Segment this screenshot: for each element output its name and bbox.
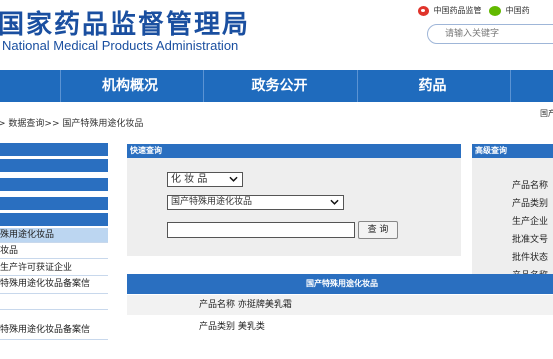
site-search-input[interactable] <box>445 27 553 41</box>
advanced-field-approval-status: 批件状态 <box>512 253 549 263</box>
wechat-icon[interactable] <box>489 5 502 16</box>
sidebar-header-bar[interactable] <box>0 213 108 227</box>
sidebar-divider <box>0 293 108 294</box>
advanced-field-product-category: 产品类别 <box>512 199 549 209</box>
sidebar-header-bar[interactable] <box>0 178 108 192</box>
sidebar-item-special-filing-2[interactable]: 特殊用途化妆品备案信 <box>0 323 108 337</box>
main-nav: 机构概况 政务公开 药品 <box>0 70 553 102</box>
nav-item-organization[interactable]: 机构概况 <box>60 70 199 102</box>
advanced-search-header: 高级查询 <box>472 144 553 158</box>
chevron-down-icon <box>229 176 238 182</box>
category-select-value: 国产特殊用途化妆品 <box>171 197 253 207</box>
social-links: 中国药品监管 中国药 <box>418 5 530 19</box>
category-select[interactable]: 国产特殊用途化妆品 <box>167 195 344 210</box>
sidebar-header-bar[interactable] <box>0 159 108 173</box>
result-product-category: 产品类别 美乳类 <box>199 322 265 332</box>
advanced-search-panel: 高级查询 产品名称 产品类别 生产企业 批准文号 批件状态 产品名称 <box>472 144 553 294</box>
nav-item-more[interactable] <box>510 70 553 102</box>
advanced-field-product-name: 产品名称 <box>512 181 549 191</box>
table-row: 产品名称 亦挺牌美乳霜 <box>127 295 553 315</box>
sidebar-divider <box>0 258 108 259</box>
nav-item-home[interactable] <box>0 70 35 102</box>
table-row: 产品类别 美乳类 <box>127 317 553 337</box>
sidebar-divider <box>0 242 108 243</box>
sidebar-divider <box>0 339 108 340</box>
sidebar-item-special-cosmetics[interactable]: 殊用途化妆品 <box>0 228 108 242</box>
weibo-icon[interactable] <box>418 5 429 16</box>
weibo-link[interactable]: 中国药品监管 <box>434 5 482 16</box>
sidebar-divider <box>0 309 108 310</box>
sidebar-header-bar[interactable] <box>0 143 108 157</box>
keyword-input[interactable] <box>167 222 355 238</box>
sidebar-divider <box>0 275 108 276</box>
sidebar-header-bar[interactable] <box>0 197 108 211</box>
advanced-field-approval-number: 批准文号 <box>512 235 549 245</box>
quick-search-title: 快速查询 <box>130 146 162 155</box>
sidebar-item-special-filing[interactable]: 特殊用途化妆品备案信 <box>0 277 108 291</box>
advanced-search-title: 高级查询 <box>475 146 507 155</box>
site-logo-title[interactable]: 国家药品监督管理局 <box>0 4 250 41</box>
sidebar-item-cosmetics[interactable]: 妆品 <box>0 244 108 258</box>
site-logo-subtitle: National Medical Products Administration <box>2 38 239 53</box>
nav-item-drugs[interactable]: 药品 <box>357 70 507 102</box>
search-button[interactable]: 查 询 <box>358 221 398 239</box>
type-select[interactable]: 化 妆 品 <box>167 172 243 187</box>
site-search-box[interactable] <box>427 24 553 44</box>
nav-item-government-affairs[interactable]: 政务公开 <box>203 70 355 102</box>
site-header: 国家药品监督管理局 National Medical Products Admi… <box>0 0 553 68</box>
advanced-field-manufacturer: 生产企业 <box>512 217 549 227</box>
sidebar-item-licensed-enterprises[interactable]: 生产许可获证企业 <box>0 261 108 275</box>
wechat-link[interactable]: 中国药 <box>506 5 530 16</box>
quick-search-header: 快速查询 <box>127 144 461 158</box>
results-header: 国产特殊用途化妆品 <box>127 274 553 294</box>
chevron-down-icon <box>330 199 339 205</box>
type-select-value: 化 妆 品 <box>171 174 208 185</box>
breadcrumb-right-fragment: 国产 <box>540 109 553 118</box>
result-product-name: 产品名称 亦挺牌美乳霜 <box>199 300 292 310</box>
breadcrumb: > 数据查询>> 国产特殊用途化妆品 <box>0 119 144 129</box>
